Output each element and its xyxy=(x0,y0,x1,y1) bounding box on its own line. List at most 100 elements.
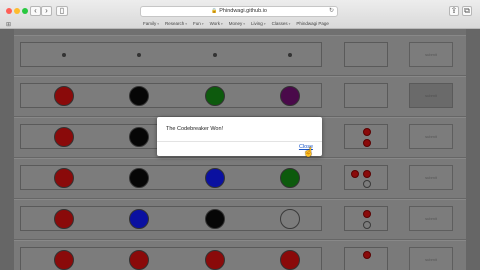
feedback-box xyxy=(344,165,388,190)
share-button[interactable]: ⇪ xyxy=(449,6,459,16)
feedback-peg-red xyxy=(363,210,371,218)
guess-row: submit xyxy=(14,158,466,199)
submit-button[interactable]: submit xyxy=(409,206,453,231)
bookmark-label: Work xyxy=(209,21,220,26)
chevron-right-icon: › xyxy=(45,6,48,15)
guess-slots xyxy=(20,206,322,231)
sidebar-icon: ▯ xyxy=(59,6,65,15)
window-minimize-button[interactable] xyxy=(14,8,20,14)
feedback-peg-red xyxy=(363,128,371,136)
chevron-down-icon: ▾ xyxy=(201,22,204,26)
bookmarks-list: Family▾ Research▾ Fun▾ Work▾ Money▾ Living▾ Cl… xyxy=(143,19,329,29)
share-icon: ⇪ xyxy=(450,6,458,15)
bookmark-item[interactable]: Living▾ xyxy=(251,19,266,29)
chevron-down-icon: ▾ xyxy=(157,22,160,26)
guess-row: submit xyxy=(14,35,466,76)
empty-slot-marker[interactable] xyxy=(62,53,66,57)
feedback-peg-white xyxy=(363,180,371,188)
chevron-down-icon: ▾ xyxy=(243,22,246,26)
chevron-down-icon: ▾ xyxy=(263,22,266,26)
guess-row: submit xyxy=(14,240,466,270)
feedback-box xyxy=(344,42,388,67)
window-close-button[interactable] xyxy=(6,8,12,14)
guess-row: submit xyxy=(14,76,466,117)
address-bar[interactable]: 🔒 Phindwagi.github.io ↻ xyxy=(140,6,338,17)
empty-slot-marker[interactable] xyxy=(213,53,217,57)
screen: ‹ › ▯ 🔒 Phindwagi.github.io ↻ ⇪ ⧉ ⊞ Famil… xyxy=(0,0,480,270)
reload-icon[interactable]: ↻ xyxy=(329,7,334,16)
chevron-down-icon: ▾ xyxy=(221,22,223,26)
submit-button[interactable]: submit xyxy=(409,165,453,190)
submit-button[interactable]: submit xyxy=(409,124,453,149)
feedback-peg-white xyxy=(363,221,371,229)
divider xyxy=(157,141,322,142)
feedback-peg-red xyxy=(363,251,371,259)
peg-black[interactable] xyxy=(129,168,149,188)
peg-red[interactable] xyxy=(54,209,74,229)
peg-black[interactable] xyxy=(205,209,225,229)
chevron-down-icon: ▾ xyxy=(185,22,188,26)
peg-red[interactable] xyxy=(280,250,300,270)
peg-red[interactable] xyxy=(54,86,74,106)
bookmark-label: Classes xyxy=(271,21,288,26)
bookmark-item[interactable]: Family▾ xyxy=(143,19,159,29)
bookmark-label: Phindwagi Page xyxy=(296,21,329,26)
peg-green[interactable] xyxy=(280,168,300,188)
empty-slot-marker[interactable] xyxy=(137,53,141,57)
bookmark-label: Living xyxy=(251,21,263,26)
feedback-box xyxy=(344,83,388,108)
bookmark-item[interactable]: Fun▾ xyxy=(193,19,204,29)
feedback-box xyxy=(344,124,388,149)
window-maximize-button[interactable] xyxy=(22,8,28,14)
bookmark-item[interactable]: Phindwagi Page xyxy=(296,19,329,29)
peg-blue[interactable] xyxy=(129,209,149,229)
feedback-peg-red xyxy=(363,139,371,147)
feedback-peg-red xyxy=(351,170,359,178)
empty-slot-marker[interactable] xyxy=(288,53,292,57)
bookmark-label: Money xyxy=(228,21,243,26)
guess-slots xyxy=(20,83,322,108)
bookmarks-bar: ⊞ Family▾ Research▾ Fun▾ Work▾ Money▾ Living▾… xyxy=(0,19,480,29)
guess-slots xyxy=(20,42,322,67)
grid-icon[interactable]: ⊞ xyxy=(6,21,11,28)
submit-button[interactable]: submit xyxy=(409,83,453,108)
peg-green[interactable] xyxy=(205,86,225,106)
chevron-left-icon: ‹ xyxy=(34,6,37,15)
peg-black[interactable] xyxy=(129,86,149,106)
peg-red[interactable] xyxy=(54,127,74,147)
guess-slots xyxy=(20,247,322,270)
tabs-icon: ⧉ xyxy=(464,6,470,15)
alert-message: The Codebreaker Won! xyxy=(166,126,224,132)
lock-icon: 🔒 xyxy=(211,8,218,14)
peg-red[interactable] xyxy=(54,250,74,270)
bookmark-label: Fun xyxy=(193,21,201,26)
back-button[interactable]: ‹ xyxy=(30,6,41,16)
bookmark-item[interactable]: Money▾ xyxy=(229,19,245,29)
feedback-box xyxy=(344,247,388,270)
tabs-button[interactable]: ⧉ xyxy=(462,6,472,16)
bookmark-item[interactable]: Work▾ xyxy=(210,19,223,29)
bookmark-item[interactable]: Classes▾ xyxy=(272,19,291,29)
bookmark-label: Family xyxy=(143,21,157,26)
guess-row: submit xyxy=(14,199,466,240)
feedback-peg-red xyxy=(363,170,371,178)
peg-black[interactable] xyxy=(129,127,149,147)
forward-button[interactable]: › xyxy=(41,6,52,16)
bookmark-label: Research xyxy=(165,21,185,26)
pointer-cursor-icon: ☝ xyxy=(303,147,315,157)
peg-red[interactable] xyxy=(129,250,149,270)
sidebar-toggle-button[interactable]: ▯ xyxy=(56,6,68,16)
browser-chrome: ‹ › ▯ 🔒 Phindwagi.github.io ↻ ⇪ ⧉ ⊞ Famil… xyxy=(0,0,480,29)
peg-red[interactable] xyxy=(205,250,225,270)
peg-empty[interactable] xyxy=(280,209,300,229)
submit-button[interactable]: submit xyxy=(409,42,453,67)
peg-blue[interactable] xyxy=(205,168,225,188)
alert-dialog: The Codebreaker Won! Close xyxy=(157,117,322,156)
guess-slots xyxy=(20,165,322,190)
peg-purple[interactable] xyxy=(280,86,300,106)
bookmark-item[interactable]: Research▾ xyxy=(165,19,187,29)
feedback-box xyxy=(344,206,388,231)
chevron-down-icon: ▾ xyxy=(288,22,291,26)
peg-red[interactable] xyxy=(54,168,74,188)
submit-button[interactable]: submit xyxy=(409,247,453,270)
